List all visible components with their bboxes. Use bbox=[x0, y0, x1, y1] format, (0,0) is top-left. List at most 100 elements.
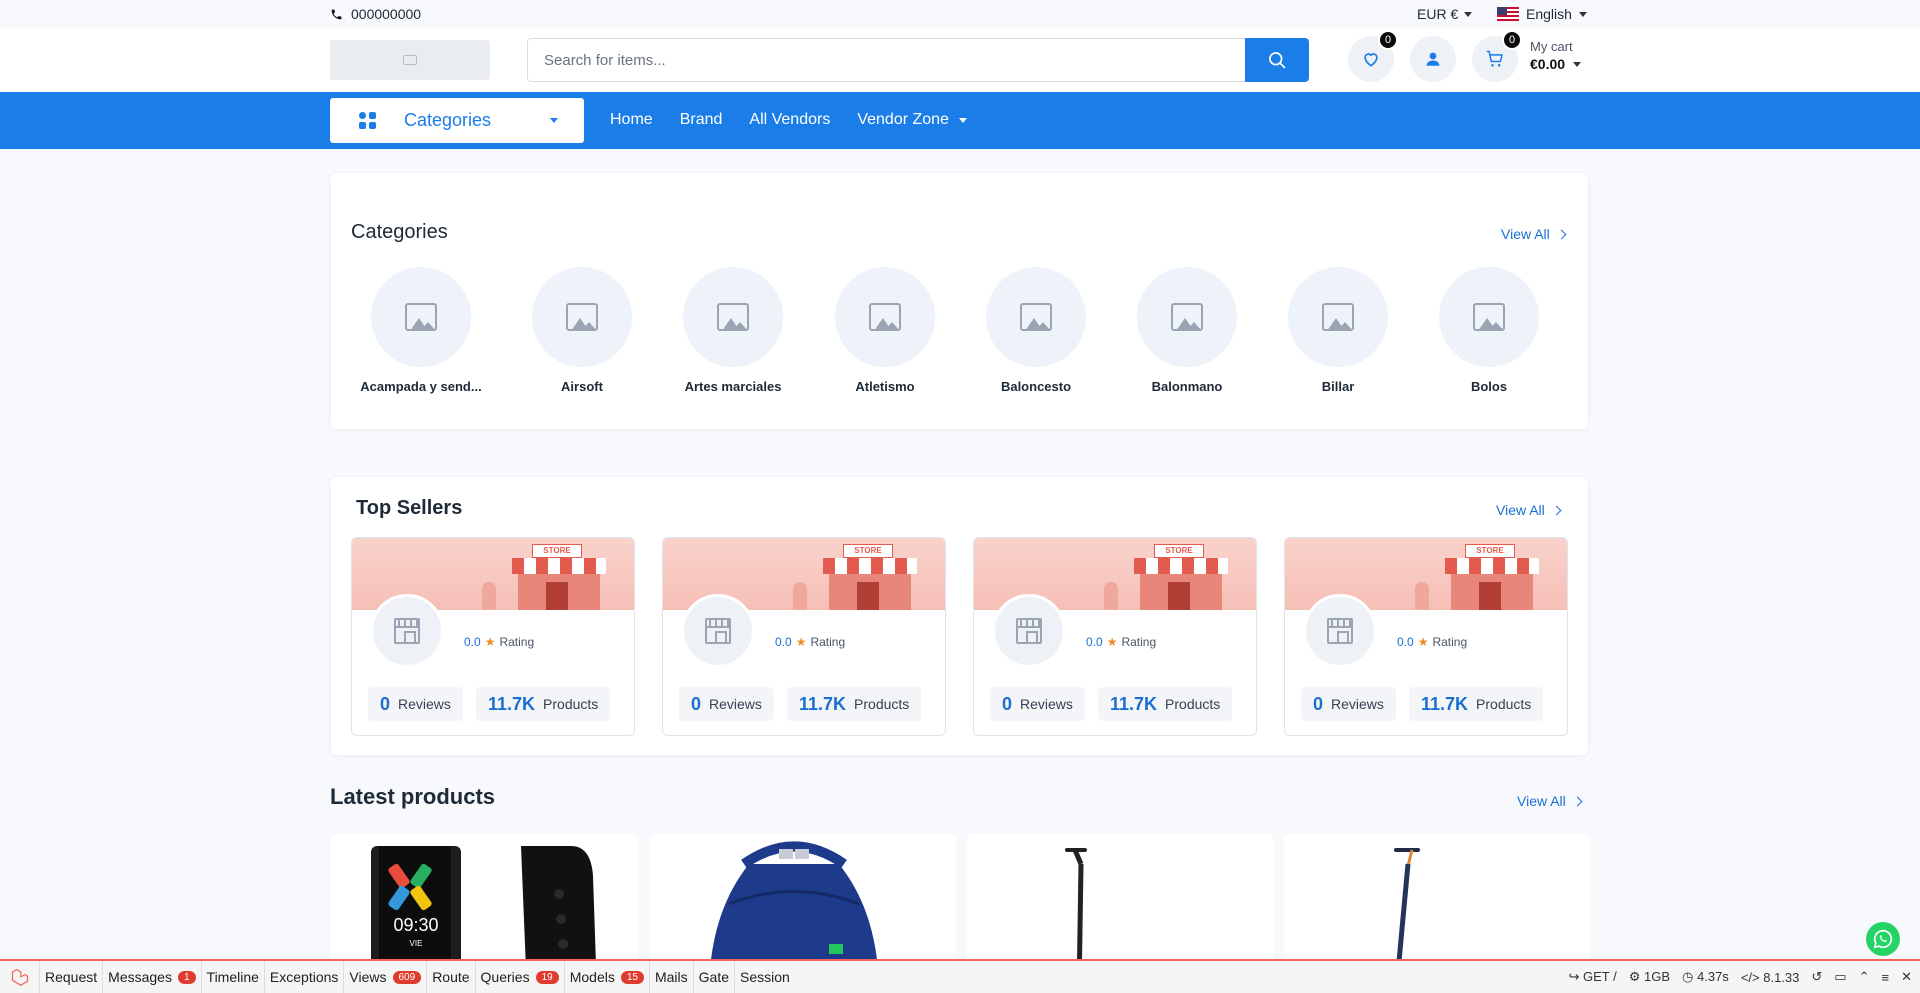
seller-card[interactable]: STORE 0.0 ★ Rating 0 Reviews 11.7K Products bbox=[973, 537, 1257, 736]
category-item[interactable]: Atletismo bbox=[820, 267, 950, 394]
view-all-label: View All bbox=[1501, 226, 1550, 242]
vendor-zone-label: Vendor Zone bbox=[857, 111, 949, 128]
debug-tab-route[interactable]: Route bbox=[427, 961, 476, 993]
search-icon bbox=[1269, 52, 1286, 69]
category-item[interactable]: Acampada y send... bbox=[356, 267, 486, 394]
chevron-down-icon bbox=[550, 118, 558, 123]
watch-day-text: VIE bbox=[410, 939, 423, 948]
debug-tab-request[interactable]: Request bbox=[40, 961, 104, 993]
cart-total: €0.00 bbox=[1530, 56, 1566, 72]
whatsapp-chat-button[interactable] bbox=[1866, 922, 1900, 956]
debug-tab-queries[interactable]: Queries 19 bbox=[476, 961, 565, 993]
category-item[interactable]: Airsoft bbox=[517, 267, 647, 394]
language-select[interactable]: English bbox=[1497, 6, 1587, 22]
nav-link-home[interactable]: Home bbox=[610, 111, 653, 129]
nav-vendor-zone-dropdown[interactable]: Vendor Zone bbox=[857, 111, 967, 129]
site-logo[interactable] bbox=[330, 40, 490, 80]
debug-bar: Request Messages 1 Timeline Exceptions Vi… bbox=[0, 959, 1920, 993]
category-name: Atletismo bbox=[855, 379, 915, 394]
debug-time: ◷ 4.37s bbox=[1682, 969, 1729, 984]
currency-select[interactable]: EUR € bbox=[1417, 6, 1473, 22]
seller-reviews: 0 Reviews bbox=[990, 687, 1085, 721]
close-icon[interactable]: ✕ bbox=[1901, 969, 1912, 985]
laravel-logo-icon[interactable] bbox=[0, 961, 40, 993]
categories-dropdown-button[interactable]: Categories bbox=[330, 98, 584, 143]
chevron-down-icon bbox=[1578, 11, 1587, 17]
chevron-right-icon bbox=[1556, 229, 1567, 239]
nav-link-brand[interactable]: Brand bbox=[680, 111, 723, 129]
seller-avatar bbox=[992, 594, 1066, 668]
category-item[interactable]: Artes marciales bbox=[668, 267, 798, 394]
debug-tab-models[interactable]: Models 15 bbox=[565, 961, 650, 993]
debug-memory: ⚙ 1GB bbox=[1628, 969, 1671, 984]
category-name: Artes marciales bbox=[684, 379, 782, 394]
category-name: Bolos bbox=[1470, 379, 1508, 394]
debug-tab-views[interactable]: Views 609 bbox=[344, 961, 428, 993]
top-sellers-view-all-link[interactable]: View All bbox=[1496, 502, 1562, 518]
whatsapp-icon bbox=[1873, 929, 1893, 949]
image-placeholder-icon bbox=[1322, 303, 1354, 331]
user-icon bbox=[1426, 52, 1440, 66]
categories-view-all-link[interactable]: View All bbox=[1501, 226, 1567, 242]
seller-card[interactable]: STORE 0.0 ★ Rating 0 Reviews 11.7K Products bbox=[1284, 537, 1568, 736]
image-placeholder-icon bbox=[405, 303, 437, 331]
seller-avatar bbox=[1303, 594, 1377, 668]
view-all-label: View All bbox=[1496, 502, 1545, 518]
folder-icon[interactable]: ▭ bbox=[1834, 969, 1846, 985]
debug-tab-session[interactable]: Session bbox=[735, 961, 795, 993]
seller-reviews: 0 Reviews bbox=[679, 687, 774, 721]
debug-tab-exceptions[interactable]: Exceptions bbox=[265, 961, 345, 993]
seller-card[interactable]: STORE 0.0 ★ Rating 0 Reviews 11.7K Products bbox=[662, 537, 946, 736]
seller-avatar bbox=[370, 594, 444, 668]
search-bar bbox=[527, 38, 1309, 82]
category-item[interactable]: Balonmano bbox=[1122, 267, 1252, 394]
debug-php-version: </> 8.1.33 bbox=[1740, 969, 1800, 985]
seller-rating: 0.0 ★ Rating bbox=[1397, 635, 1468, 649]
watch-time-text: 09:30 bbox=[393, 915, 438, 935]
shop-icon bbox=[394, 618, 420, 644]
debug-tab-mails[interactable]: Mails bbox=[650, 961, 694, 993]
wishlist-count-badge: 0 bbox=[1378, 30, 1398, 50]
debug-tab-gate[interactable]: Gate bbox=[694, 961, 735, 993]
count-badge: 1 bbox=[177, 970, 196, 984]
account-button[interactable] bbox=[1410, 36, 1456, 82]
category-name: Balonmano bbox=[1151, 379, 1223, 394]
language-label: English bbox=[1526, 6, 1572, 22]
debug-method: ↪ GET / bbox=[1568, 969, 1617, 984]
star-icon: ★ bbox=[484, 635, 496, 649]
wishlist-button[interactable]: 0 bbox=[1348, 30, 1398, 82]
main-nav: Categories Home Brand All Vendors Vendor… bbox=[0, 92, 1920, 149]
latest-products-view-all-link[interactable]: View All bbox=[1517, 793, 1583, 809]
chevron-down-icon bbox=[1464, 11, 1473, 17]
count-badge: 609 bbox=[392, 970, 422, 984]
seller-products: 11.7K Products bbox=[1409, 687, 1544, 721]
category-item[interactable]: Bolos bbox=[1424, 267, 1554, 394]
us-flag-icon bbox=[1497, 7, 1519, 21]
categories-section: Categories View All Acampada y send... A… bbox=[331, 173, 1588, 429]
image-placeholder-icon bbox=[403, 55, 417, 65]
seller-rating: 0.0 ★ Rating bbox=[464, 635, 535, 649]
history-icon[interactable]: ↺ bbox=[1811, 969, 1822, 985]
cart-button[interactable]: 0 bbox=[1472, 30, 1522, 82]
debug-tab-timeline[interactable]: Timeline bbox=[202, 961, 265, 993]
top-bar: 000000000 EUR € English bbox=[0, 0, 1920, 28]
seller-rating: 0.0 ★ Rating bbox=[1086, 635, 1157, 649]
debug-tab-messages[interactable]: Messages 1 bbox=[103, 961, 202, 993]
image-placeholder-icon bbox=[869, 303, 901, 331]
seller-card[interactable]: STORE 0.0 ★ Rating 0 Reviews 11.7K Products bbox=[351, 537, 635, 736]
image-placeholder-icon bbox=[1020, 303, 1052, 331]
phone-contact[interactable]: 000000000 bbox=[330, 6, 421, 22]
search-input[interactable] bbox=[528, 39, 1248, 81]
category-name: Billar bbox=[1321, 379, 1355, 394]
search-button[interactable] bbox=[1245, 38, 1309, 82]
category-item[interactable]: Billar bbox=[1273, 267, 1403, 394]
category-item[interactable]: Baloncesto bbox=[971, 267, 1101, 394]
seller-reviews: 0 Reviews bbox=[1301, 687, 1396, 721]
chevron-up-icon[interactable]: ⌃ bbox=[1859, 969, 1870, 985]
menu-icon[interactable]: ≡ bbox=[1882, 970, 1890, 985]
cart-summary[interactable]: My cart €0.00 bbox=[1530, 39, 1582, 72]
seller-reviews: 0 Reviews bbox=[368, 687, 463, 721]
view-all-label: View All bbox=[1517, 793, 1566, 809]
nav-link-all-vendors[interactable]: All Vendors bbox=[749, 111, 830, 129]
star-icon: ★ bbox=[1106, 635, 1118, 649]
